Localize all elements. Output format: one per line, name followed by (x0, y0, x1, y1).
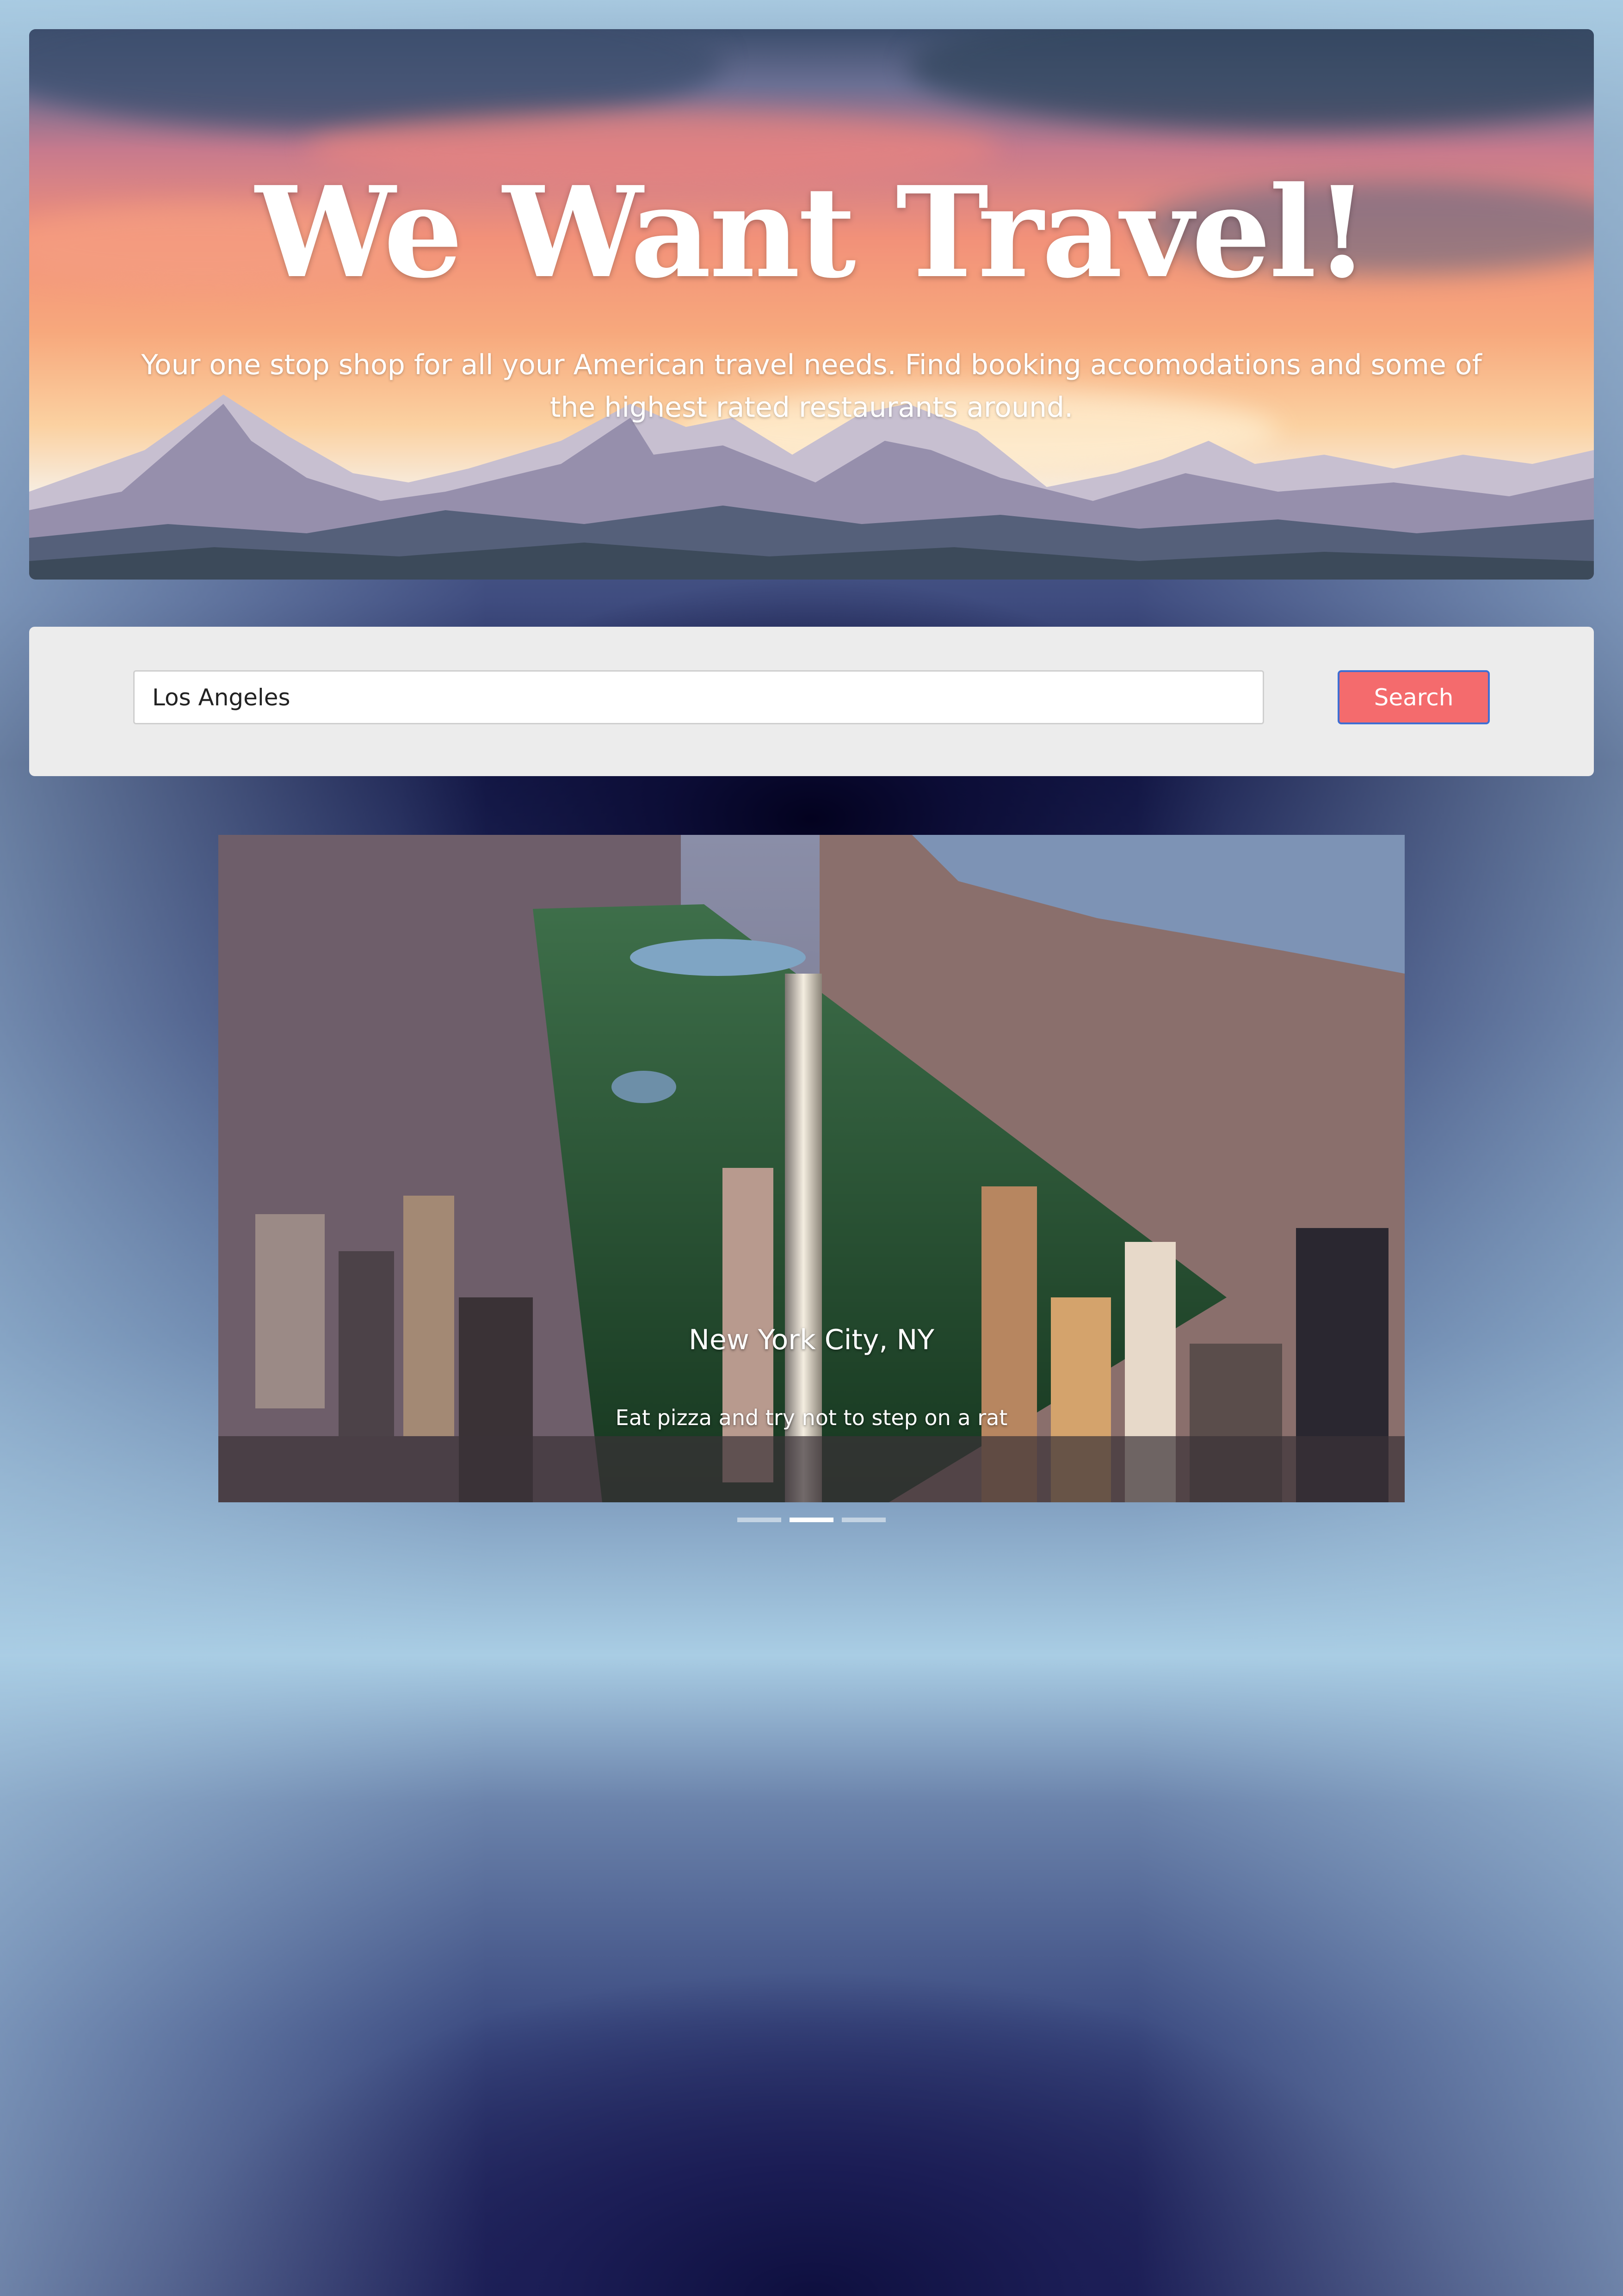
carousel-caption-text: Eat pizza and try not to step on a rat (615, 1405, 1008, 1430)
page-title: We Want Travel! (255, 159, 1370, 306)
carousel-indicators (0, 1518, 1623, 1522)
search-input[interactable] (133, 670, 1264, 724)
hero-banner: We Want Travel! Your one stop shop for a… (29, 29, 1594, 580)
search-button[interactable]: Search (1338, 670, 1490, 724)
carousel-indicator-2[interactable] (790, 1518, 833, 1522)
city-skyline-illustration (218, 835, 1405, 1502)
cloud-shape (908, 29, 1594, 131)
carousel-indicator-3[interactable] (842, 1518, 886, 1522)
hero-subtitle: Your one stop shop for all your American… (141, 349, 1482, 424)
carousel-indicator-1[interactable] (737, 1518, 781, 1522)
search-panel: Search (29, 627, 1594, 776)
carousel-slide-image[interactable] (218, 835, 1405, 1502)
carousel-caption-title: New York City, NY (688, 1324, 935, 1356)
